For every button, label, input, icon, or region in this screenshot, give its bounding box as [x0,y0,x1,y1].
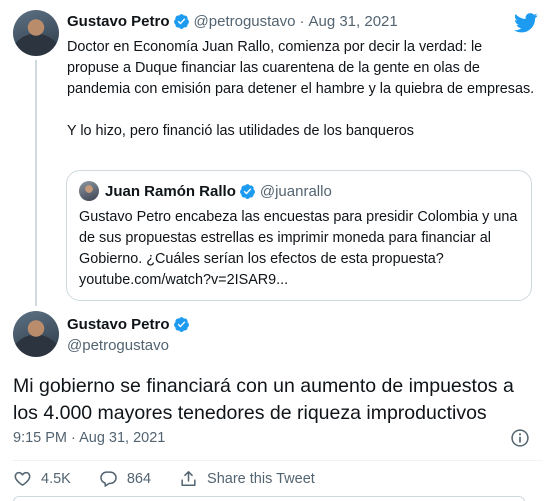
heart-icon [14,471,31,486]
share-button[interactable]: Share this Tweet [179,469,315,488]
author-name[interactable]: Gustavo Petro [67,13,170,30]
like-count: 4.5K [41,470,71,487]
main-tweet-text: Mi gobierno se financiará con un aumento… [13,375,514,424]
quoted-author-handle: @juanrallo [259,182,332,200]
main-tweet-header: Gustavo Petro @petrogustavo [67,316,194,354]
share-label: Share this Tweet [207,470,315,487]
thread-line [35,60,37,306]
divider [13,460,543,461]
avatar[interactable] [13,10,59,56]
author-name[interactable]: Gustavo Petro [67,316,170,333]
info-icon[interactable] [510,428,530,448]
parent-tweet-text: Doctor en Economía Juan Rallo, comienza … [67,37,537,142]
verified-badge-icon [239,183,255,199]
author-handle[interactable]: @petrogustavo [194,13,296,30]
share-icon [181,471,196,486]
quoted-tweet-card[interactable]: Juan Ramón Rallo @juanrallo Gustavo Petr… [66,170,532,301]
parent-tweet-paragraph-1: Doctor en Economía Juan Rallo, comienza … [67,39,535,97]
author-handle[interactable]: @petrogustavo [67,337,194,354]
verified-badge-icon [173,14,189,29]
parent-tweet-paragraph-2: Y lo hizo, pero financió las utilidades … [67,123,414,139]
quoted-tweet-header: Juan Ramón Rallo @juanrallo [79,181,519,201]
avatar[interactable] [13,311,59,357]
reply-count: 864 [126,470,152,487]
tweet-timestamp[interactable]: 9:15 PM · Aug 31, 2021 [13,430,165,446]
tweet-actions: 4.5K 864 Share this Tweet [13,469,343,488]
like-button[interactable]: 4.5K [13,469,71,488]
twitter-bird-icon [514,13,538,33]
parent-tweet[interactable]: Gustavo Petro @petrogustavo · Aug 31, 20… [0,0,560,312]
separator-dot: · [299,13,305,30]
parent-tweet-header: Gustavo Petro @petrogustavo · Aug 31, 20… [67,13,398,30]
reply-box[interactable] [13,496,525,501]
quoted-author-name: Juan Ramón Rallo [105,182,236,200]
tweet-date[interactable]: Aug 31, 2021 [308,13,397,30]
quoted-tweet-text: Gustavo Petro encabeza las encuestas par… [79,209,518,288]
verified-badge-icon [173,317,189,332]
avatar [79,181,99,201]
reply-button[interactable]: 864 [99,469,151,488]
reply-icon [100,471,117,487]
